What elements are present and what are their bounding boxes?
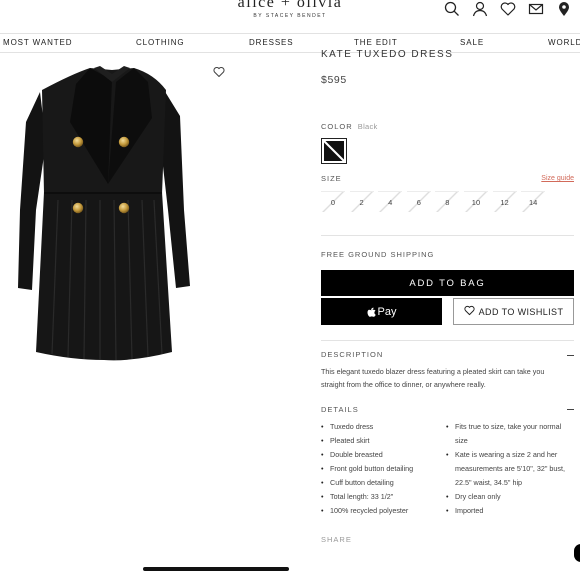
color-selector-label: COLOR Black xyxy=(321,122,378,131)
color-label: COLOR xyxy=(321,122,353,131)
product-title: KATE TUXEDO DRESS xyxy=(321,49,454,60)
divider xyxy=(321,235,574,236)
apple-pay-label: Pay xyxy=(377,305,397,318)
nav-most-wanted[interactable]: MOST WANTED xyxy=(3,38,72,47)
product-price: $595 xyxy=(321,74,347,86)
size-option[interactable]: 4 xyxy=(378,191,403,212)
detail-item: 100% recycled polyester xyxy=(321,504,446,518)
nav-clothing[interactable]: CLOTHING xyxy=(136,38,185,47)
detail-item: Total length: 33 1/2" xyxy=(321,490,446,504)
image-wishlist-heart-icon[interactable] xyxy=(213,65,225,78)
size-option[interactable]: 10 xyxy=(463,191,488,212)
details-left-list: Tuxedo dress Pleated skirt Double breast… xyxy=(321,420,446,518)
nav-dresses[interactable]: DRESSES xyxy=(249,38,294,47)
detail-item: Front gold button detailing xyxy=(321,462,446,476)
apple-pay-button[interactable]: Pay xyxy=(321,298,442,325)
heart-icon xyxy=(464,305,475,318)
chat-bubble-icon[interactable] xyxy=(574,544,580,562)
size-option[interactable]: 0 xyxy=(321,191,345,212)
color-value: Black xyxy=(357,122,378,131)
collapse-minus-icon[interactable] xyxy=(567,355,574,356)
description-text: This elegant tuxedo blazer dress featuri… xyxy=(321,367,545,389)
detail-item: Cuff button detailing xyxy=(321,476,446,490)
home-indicator xyxy=(143,567,289,571)
detail-item: Double breasted xyxy=(321,448,446,462)
shipping-note: FREE GROUND SHIPPING xyxy=(321,250,435,259)
detail-item: Pleated skirt xyxy=(321,434,446,448)
add-to-wishlist-button[interactable]: ADD TO WISHLIST xyxy=(453,298,574,325)
share-heading[interactable]: SHARE xyxy=(321,535,352,544)
color-swatch-black[interactable] xyxy=(321,138,347,164)
details-list: Tuxedo dress Pleated skirt Double breast… xyxy=(321,420,576,518)
size-label: SIZE xyxy=(321,174,342,183)
size-guide-link[interactable]: Size guide xyxy=(541,175,574,182)
detail-item: Kate is wearing a size 2 and her measure… xyxy=(446,448,574,490)
wishlist-label: ADD TO WISHLIST xyxy=(478,306,564,317)
details-right-list: Fits true to size, take your normal size… xyxy=(446,420,574,518)
size-option[interactable]: 8 xyxy=(435,191,460,212)
size-option[interactable]: 12 xyxy=(492,191,517,212)
detail-item: Imported xyxy=(446,504,574,518)
detail-item: Fits true to size, take your normal size xyxy=(446,420,574,448)
detail-item: Tuxedo dress xyxy=(321,420,446,434)
product-info: KATE TUXEDO DRESS $595 COLOR Black SIZE … xyxy=(321,0,580,580)
size-options: 0 2 4 6 8 10 12 14 xyxy=(321,191,550,212)
apple-icon xyxy=(367,306,376,317)
product-image[interactable] xyxy=(12,60,212,380)
divider xyxy=(321,340,574,341)
size-option[interactable]: 2 xyxy=(349,191,374,212)
collapse-minus-icon[interactable] xyxy=(567,409,574,410)
description-heading[interactable]: DESCRIPTION xyxy=(321,350,383,359)
detail-item: Dry clean only xyxy=(446,490,574,504)
size-option[interactable]: 14 xyxy=(521,191,546,212)
details-heading[interactable]: DETAILS xyxy=(321,405,359,414)
add-to-bag-button[interactable]: ADD TO BAG xyxy=(321,270,574,296)
size-option[interactable]: 6 xyxy=(406,191,431,212)
